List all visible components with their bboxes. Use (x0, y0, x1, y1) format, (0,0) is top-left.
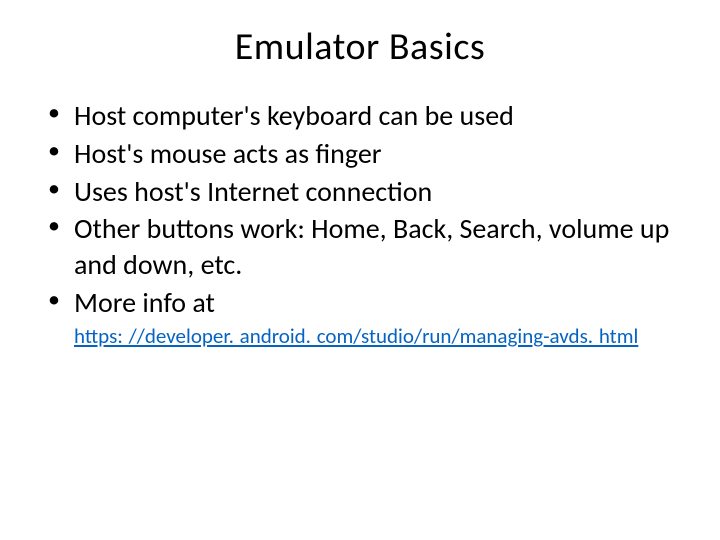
list-item: Host's mouse acts as finger (48, 136, 684, 172)
slide-title: Emulator Basics (36, 24, 684, 70)
list-item: Uses host's Internet connection (48, 174, 684, 210)
list-item: Host computer's keyboard can be used (48, 98, 684, 134)
list-item: Other buttons work: Home, Back, Search, … (48, 211, 684, 283)
list-item: More info at (48, 285, 684, 321)
reference-link[interactable]: https: //developer. android. com/studio/… (36, 323, 684, 349)
bullet-list: Host computer's keyboard can be used Hos… (36, 98, 684, 321)
